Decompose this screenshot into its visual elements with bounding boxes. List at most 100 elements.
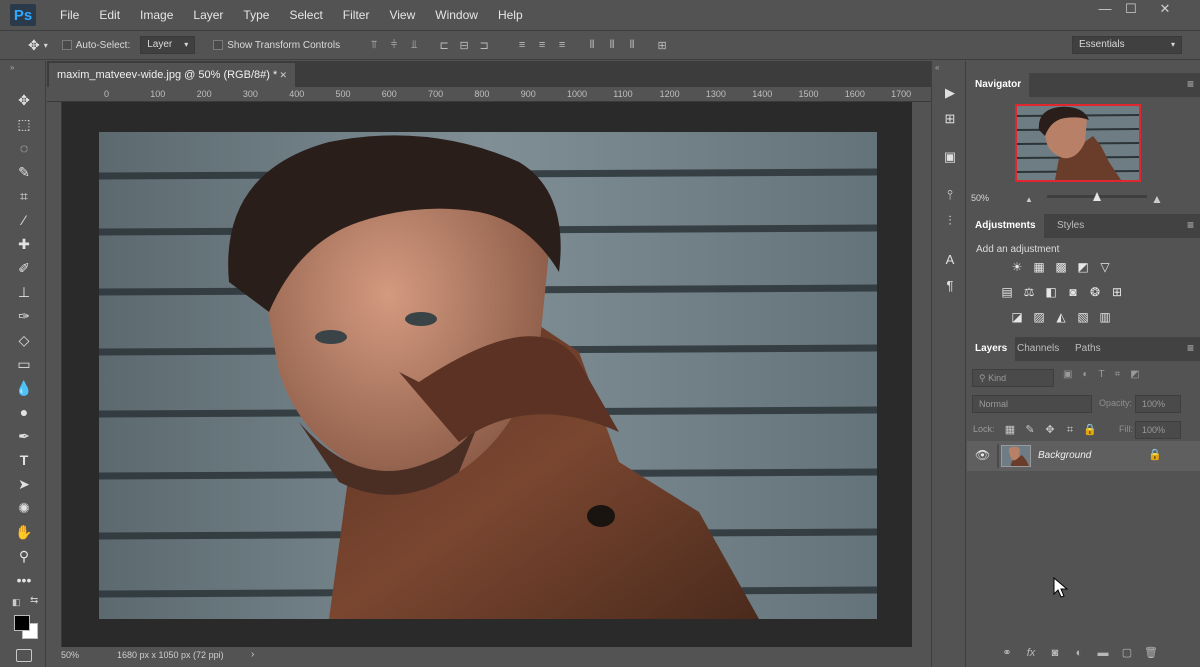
move-tool-icon[interactable]: ✥ (12, 89, 36, 111)
hue-saturation-icon[interactable]: ▤ (999, 284, 1015, 300)
zoom-in-icon[interactable]: ▲ (1151, 192, 1163, 206)
tab-channels[interactable]: Channels (1009, 337, 1067, 361)
menu-select[interactable]: Select (279, 0, 332, 30)
black-white-icon[interactable]: ◧ (1043, 284, 1059, 300)
menu-help[interactable]: Help (488, 0, 533, 30)
curves-icon[interactable]: ▩ (1053, 259, 1069, 275)
tab-paths[interactable]: Paths (1067, 337, 1109, 361)
selective-color-icon[interactable]: ▧ (1075, 309, 1091, 325)
brush-presets-icon[interactable]: ⫯ (940, 185, 960, 205)
tab-layers[interactable]: Layers (967, 337, 1016, 361)
lock-image-icon[interactable]: ✎ (1023, 423, 1037, 437)
history-icon[interactable]: ⊞ (940, 109, 960, 129)
close-window-button[interactable]: ✕ (1150, 0, 1180, 20)
invert-icon[interactable]: ◪ (1009, 309, 1025, 325)
navigator-zoom-value[interactable]: 50% (971, 193, 989, 203)
more-tools-icon[interactable]: ••• (12, 569, 36, 591)
auto-select-dropdown[interactable]: Layer ▾ (140, 36, 196, 54)
status-zoom[interactable]: 50% (61, 650, 79, 660)
distribute-left-icon[interactable]: ⦀ (585, 38, 599, 52)
color-balance-icon[interactable]: ⚖ (1021, 284, 1037, 300)
layer-filter-icons[interactable]: ▣◐T⌗◩ (1063, 369, 1150, 380)
channel-mixer-icon[interactable]: ❂ (1087, 284, 1103, 300)
foreground-color-swatch[interactable] (14, 615, 30, 631)
photo-filter-icon[interactable]: ◙ (1065, 284, 1081, 300)
tab-adjustments[interactable]: Adjustments (967, 214, 1044, 238)
levels-icon[interactable]: ▦ (1031, 259, 1047, 275)
align-left-icon[interactable]: ⊏ (437, 38, 451, 52)
quick-mask-icon[interactable] (16, 649, 32, 662)
fill-input[interactable]: 100% (1135, 421, 1181, 439)
tab-styles[interactable]: Styles (1049, 214, 1092, 238)
navigator-thumbnail[interactable] (1015, 104, 1141, 182)
gradient-map-icon[interactable]: ▥ (1097, 309, 1113, 325)
opacity-input[interactable]: 100% (1135, 395, 1181, 413)
navigator-zoom-slider[interactable] (1047, 192, 1147, 201)
distribute-hcenter-icon[interactable]: ⦀ (605, 38, 619, 52)
brush-settings-icon[interactable]: ⫶ (940, 211, 960, 231)
paragraph-icon[interactable]: ¶ (940, 275, 960, 295)
vertical-scrollbar[interactable] (912, 102, 931, 647)
new-layer-icon[interactable]: ▢ (1119, 645, 1135, 661)
checkbox-box[interactable] (61, 40, 72, 50)
marquee-tool-icon[interactable]: ⬚ (12, 113, 36, 135)
layer-filter-dropdown[interactable]: ⚲ Kind (972, 369, 1054, 387)
adjustments-menu-icon[interactable]: ≡ (1187, 218, 1194, 232)
menu-window[interactable]: Window (425, 0, 488, 30)
align-bottom-icon[interactable]: ⫫ (407, 38, 421, 52)
checkbox-box[interactable] (213, 40, 224, 50)
type-tool-icon[interactable]: T (12, 449, 36, 471)
collapse-dock-icon[interactable]: « (935, 63, 939, 72)
menu-image[interactable]: Image (130, 0, 183, 30)
healing-brush-tool-icon[interactable]: ✚ (12, 233, 36, 255)
close-tab-icon[interactable]: ✕ (279, 63, 287, 87)
menu-edit[interactable]: Edit (89, 0, 130, 30)
auto-align-icon[interactable]: ⊞ (655, 38, 669, 52)
distribute-top-icon[interactable]: ≡ (515, 38, 529, 52)
adjustment-layer-icon[interactable]: ◐ (1071, 645, 1087, 661)
layer-name[interactable]: Background (1038, 450, 1091, 461)
exposure-icon[interactable]: ◩ (1075, 259, 1091, 275)
move-tool-preset-icon[interactable]: ✥ (28, 37, 40, 54)
align-top-icon[interactable]: ⫪ (367, 38, 381, 52)
maximize-button[interactable]: ☐ (1116, 0, 1146, 20)
tab-navigator[interactable]: Navigator (967, 73, 1030, 97)
layer-style-icon[interactable]: fx (1023, 645, 1039, 661)
eye-visibility-icon[interactable]: 👁 (975, 448, 990, 462)
vibrance-icon[interactable]: ▽ (1097, 259, 1113, 275)
pen-tool-icon[interactable]: ✒ (12, 425, 36, 447)
quick-selection-tool-icon[interactable]: ✎ (12, 161, 36, 183)
eyedropper-tool-icon[interactable]: ⁄ (12, 209, 36, 231)
swap-colors-icon[interactable]: ⇆ (30, 595, 38, 606)
play-actions-icon[interactable]: ▶ (940, 83, 960, 103)
collapse-toolbar-icon[interactable]: » (10, 63, 14, 72)
path-selection-tool-icon[interactable]: ➤ (12, 473, 36, 495)
distribute-vcenter-icon[interactable]: ≡ (535, 38, 549, 52)
workspace-dropdown[interactable]: Essentials ▾ (1072, 36, 1182, 54)
layer-mask-icon[interactable]: ◙ (1047, 645, 1063, 661)
menu-type[interactable]: Type (233, 0, 279, 30)
navigator-menu-icon[interactable]: ≡ (1187, 77, 1194, 91)
zoom-slider-thumb[interactable] (1093, 192, 1101, 201)
blend-mode-dropdown[interactable]: Normal (972, 395, 1092, 413)
threshold-icon[interactable]: ◭ (1053, 309, 1069, 325)
layer-row[interactable]: 👁 Background 🔒 (967, 441, 1200, 471)
clone-stamp-tool-icon[interactable]: ⊥ (12, 281, 36, 303)
crop-tool-icon[interactable]: ⌗ (12, 185, 36, 207)
lock-position-icon[interactable]: ✥ (1043, 423, 1057, 437)
dodge-tool-icon[interactable]: ● (12, 401, 36, 423)
align-right-icon[interactable]: ⊐ (477, 38, 491, 52)
blur-tool-icon[interactable]: 💧 (12, 377, 36, 399)
link-layers-icon[interactable]: ⚭ (999, 645, 1015, 661)
new-group-icon[interactable]: ▬ (1095, 645, 1111, 661)
distribute-right-icon[interactable]: ⦀ (625, 38, 639, 52)
eraser-tool-icon[interactable]: ◇ (12, 329, 36, 351)
layers-menu-icon[interactable]: ≡ (1187, 341, 1194, 355)
show-transform-checkbox[interactable]: Show Transform Controls (213, 40, 340, 51)
zoom-out-icon[interactable]: ▲ (1025, 195, 1033, 204)
lock-all-icon[interactable]: 🔒 (1083, 423, 1097, 437)
menu-file[interactable]: File (50, 0, 89, 30)
lock-transparent-icon[interactable]: ▦ (1003, 423, 1017, 437)
posterize-icon[interactable]: ▨ (1031, 309, 1047, 325)
shape-tool-icon[interactable]: ✺ (12, 497, 36, 519)
